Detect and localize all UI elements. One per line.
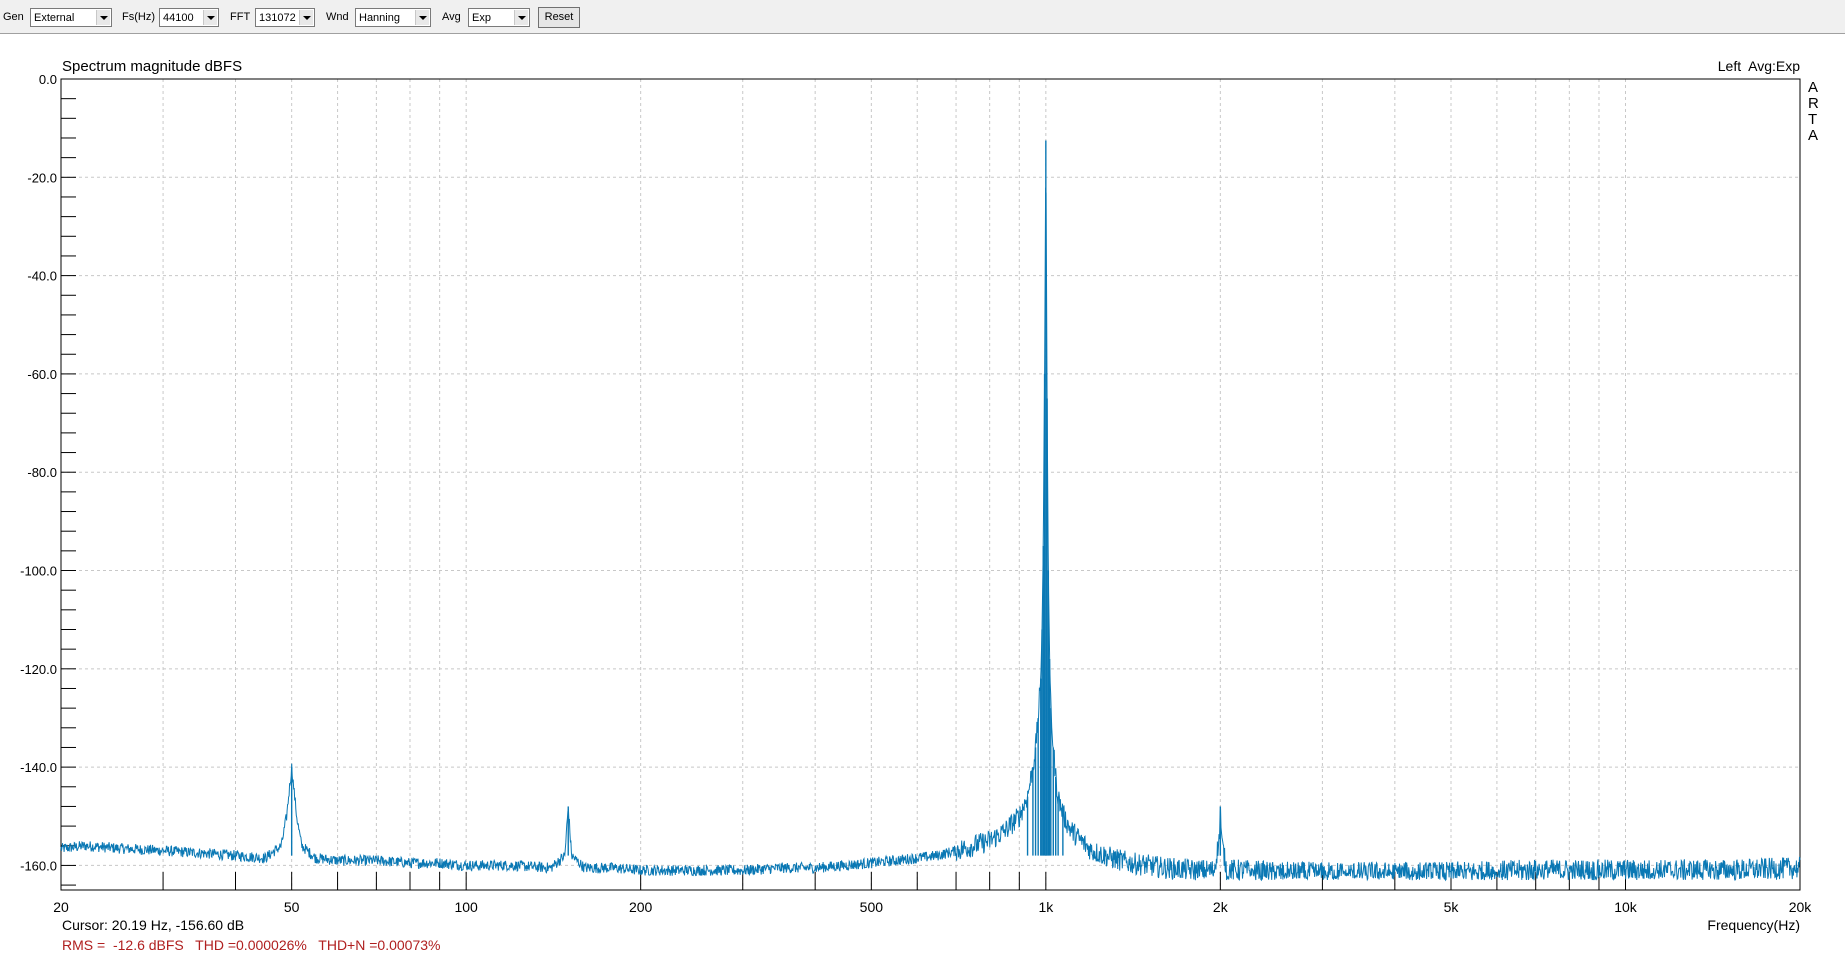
x-tick-label: 200 bbox=[629, 899, 653, 915]
chart-title: Spectrum magnitude dBFS bbox=[62, 58, 242, 75]
x-tick-label: 2k bbox=[1213, 899, 1229, 915]
spectrum-trace bbox=[60, 187, 1801, 882]
x-tick-label: 5k bbox=[1444, 899, 1460, 915]
x-tick-label: 1k bbox=[1038, 899, 1054, 915]
arta-letter-4: A bbox=[1808, 127, 1818, 144]
x-tick-label: 20 bbox=[53, 899, 69, 915]
trace-layer bbox=[60, 140, 1801, 882]
y-tick-labels: 0.0 -20.0 -40.0 -60.0 -80.0 -100.0 -120.0 -140.… bbox=[20, 72, 57, 873]
x-tick-label: 20k bbox=[1789, 899, 1813, 915]
channel-label: Left Avg:Exp bbox=[1718, 58, 1800, 74]
plot-frame bbox=[60, 78, 1801, 891]
y-tick-label: -40.0 bbox=[27, 269, 57, 284]
spectrum-plot[interactable]: 0.0 -20.0 -40.0 -60.0 -80.0 -100.0 -120.0 -140.… bbox=[0, 0, 1845, 956]
y-tick-label: -60.0 bbox=[27, 367, 57, 382]
x-tick-label: 500 bbox=[860, 899, 884, 915]
x-tick-label: 50 bbox=[284, 899, 300, 915]
x-tick-label: 100 bbox=[454, 899, 478, 915]
y-tick-label: -120.0 bbox=[20, 662, 57, 677]
y-tick-label: -20.0 bbox=[27, 170, 57, 185]
cursor-readout: Cursor: 20.19 Hz, -156.60 dB bbox=[62, 917, 245, 933]
x-axis-label: Frequency(Hz) bbox=[1707, 917, 1800, 933]
thd-measurements: RMS = -12.6 dBFS THD =0.000026% THD+N =0… bbox=[62, 937, 441, 953]
x-tick-labels: 20 50 100 200 500 1k 2k 5k 10k 20k bbox=[53, 899, 1812, 915]
arta-letter-3: T bbox=[1808, 111, 1817, 128]
arta-letter-2: R bbox=[1808, 95, 1819, 112]
arta-letter-1: A bbox=[1808, 79, 1818, 96]
grid-lines bbox=[61, 79, 1800, 890]
x-tick-label: 10k bbox=[1614, 899, 1638, 915]
y-tick-label: -100.0 bbox=[20, 564, 57, 579]
y-tick-label: -80.0 bbox=[27, 465, 57, 480]
y-tick-label: -140.0 bbox=[20, 760, 57, 775]
minor-ticks bbox=[61, 78, 1627, 890]
y-tick-label: -160.0 bbox=[20, 858, 57, 873]
y-tick-label: 0.0 bbox=[39, 72, 57, 87]
